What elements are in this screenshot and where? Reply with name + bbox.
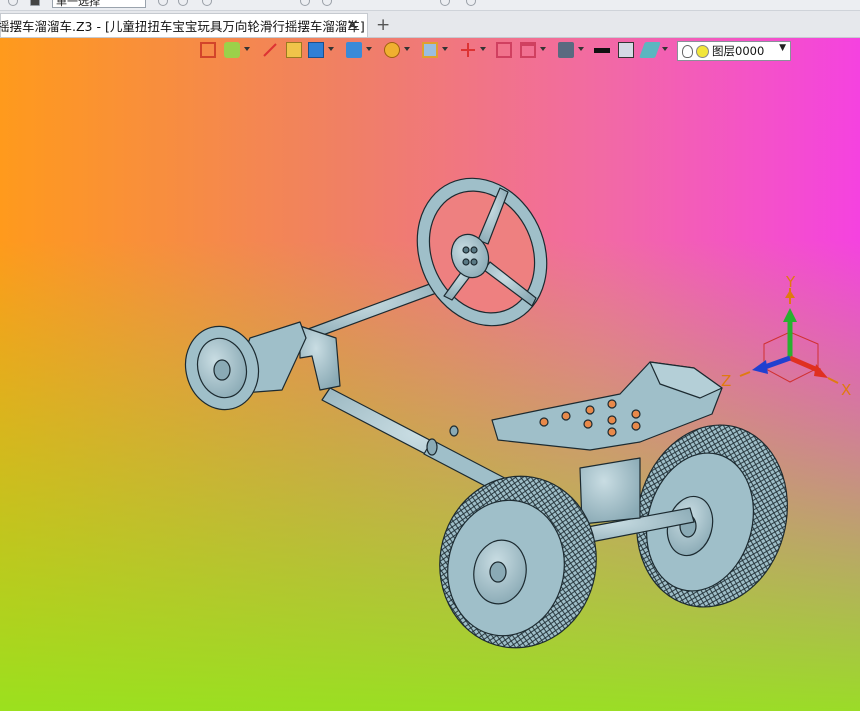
chevron-down-icon[interactable]: [366, 47, 372, 51]
sketch-icon[interactable]: [224, 42, 240, 58]
pick-filter-icon-2[interactable]: [178, 0, 188, 6]
color-swatch-icon[interactable]: [618, 42, 634, 58]
chevron-down-icon[interactable]: ▼: [779, 43, 786, 53]
pencil-icon[interactable]: [262, 42, 278, 58]
steering-wheel[interactable]: [394, 157, 571, 347]
line-weight-icon[interactable]: [594, 48, 610, 53]
section-icon[interactable]: [460, 42, 476, 58]
pick-filter-icon[interactable]: [158, 0, 168, 6]
layers-icon[interactable]: [639, 42, 661, 58]
solid-view-icon[interactable]: [308, 42, 324, 58]
fit-icon[interactable]: [496, 42, 512, 58]
display-icon[interactable]: [346, 42, 362, 58]
layer-dropdown[interactable]: 图层0000 ▼: [677, 41, 791, 61]
gear-icon[interactable]: [466, 0, 476, 6]
chevron-down-icon[interactable]: [662, 47, 668, 51]
settings-icon[interactable]: [440, 0, 450, 6]
document-tab-bar: 摇摆车溜溜车.Z3 - [儿童扭扭车宝宝玩具万向轮滑行摇摆车溜溜车] ✕ +: [0, 11, 860, 38]
layer-name: 图层0000: [712, 44, 765, 58]
chevron-down-icon[interactable]: [244, 47, 250, 51]
axis-triad[interactable]: Y X Z: [721, 273, 851, 399]
seat-post: [579, 457, 641, 525]
save-icon[interactable]: [30, 0, 40, 6]
fork-bracket: [299, 325, 341, 391]
snap-icon[interactable]: [8, 0, 18, 6]
layer-color-icon[interactable]: [696, 44, 709, 58]
model-view: Y X Z: [176, 157, 851, 649]
snap-circle-icon[interactable]: [322, 0, 332, 6]
render-icon[interactable]: [384, 42, 400, 58]
chevron-down-icon[interactable]: [578, 47, 584, 51]
selection-mode-dropdown[interactable]: 单一选择: [52, 0, 146, 8]
y-axis-label: Y: [785, 273, 796, 291]
chevron-down-icon[interactable]: [328, 47, 334, 51]
pick-filter-icon-3[interactable]: [202, 0, 212, 6]
quick-access-strip: 单一选择: [0, 0, 860, 11]
monitor-icon[interactable]: [558, 42, 574, 58]
chevron-down-icon[interactable]: [480, 47, 486, 51]
steering-column: [299, 277, 451, 343]
box-icon[interactable]: [286, 42, 302, 58]
view-toolbar: 图层0000 ▼: [196, 38, 796, 62]
close-tab-icon[interactable]: ✕: [346, 16, 359, 34]
z-axis-label: Z: [721, 372, 731, 390]
view-frame-icon[interactable]: [520, 42, 536, 58]
new-tab-icon[interactable]: +: [376, 15, 390, 35]
zoom-window-icon[interactable]: [422, 42, 438, 58]
tab-title: 摇摆车溜溜车.Z3 - [儿童扭扭车宝宝玩具万向轮滑行摇摆车溜溜车]: [0, 19, 365, 34]
front-wheel[interactable]: [176, 318, 267, 418]
tab-active-document[interactable]: 摇摆车溜溜车.Z3 - [儿童扭扭车宝宝玩具万向轮滑行摇摆车溜溜车] ✕: [0, 13, 368, 37]
snap-point-icon[interactable]: [300, 0, 310, 6]
graphics-viewport[interactable]: Y X Z 图层0000 ▼: [0, 38, 860, 711]
lightbulb-icon[interactable]: [682, 44, 693, 58]
exit-icon[interactable]: [200, 42, 216, 58]
chevron-down-icon[interactable]: [442, 47, 448, 51]
chevron-down-icon[interactable]: [540, 47, 546, 51]
x-axis-label: X: [841, 381, 851, 399]
chevron-down-icon[interactable]: [404, 47, 410, 51]
